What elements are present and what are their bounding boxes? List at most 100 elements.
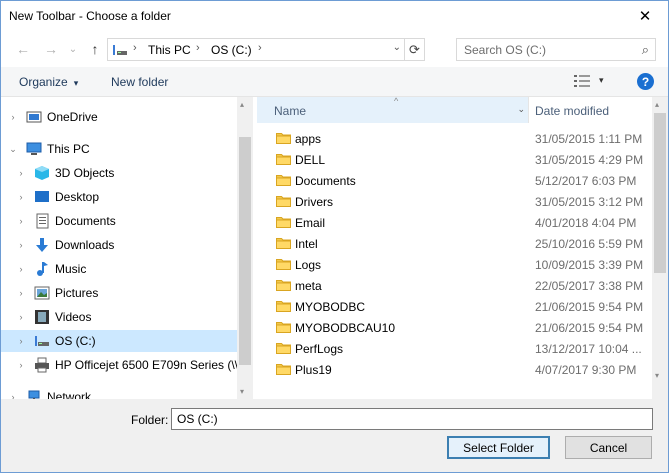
tree-item-videos[interactable]: › Videos: [1, 306, 237, 328]
drive-icon: [35, 336, 49, 346]
tree-item-this-pc[interactable]: ⌄ This PC: [1, 138, 237, 160]
pictures-icon: [34, 286, 50, 300]
expand-chevron-icon[interactable]: ›: [15, 336, 27, 346]
expand-chevron-icon[interactable]: ›: [15, 264, 27, 274]
tree-item-pictures[interactable]: › Pictures: [1, 282, 237, 304]
file-name: Documents: [295, 174, 356, 188]
scrollbar-thumb[interactable]: [654, 113, 666, 273]
folder-name-input[interactable]: OS (C:): [171, 408, 653, 430]
up-button[interactable]: ↑: [85, 39, 105, 59]
expand-chevron-icon[interactable]: ›: [7, 112, 19, 122]
recent-locations-button[interactable]: ⌄: [63, 39, 83, 59]
3d-objects-icon: [35, 166, 49, 180]
address-segment-this-pc[interactable]: This PC: [148, 43, 191, 57]
address-bar[interactable]: › This PC › OS (C:) › ⌄ ⟳: [107, 38, 425, 61]
column-header-date-modified[interactable]: Date modified: [529, 97, 652, 123]
tree-item-os-c[interactable]: › OS (C:): [1, 330, 237, 352]
expand-chevron-icon[interactable]: ›: [15, 312, 27, 322]
file-name: DELL: [295, 153, 326, 167]
column-filter-dropdown[interactable]: ⌄: [517, 104, 525, 115]
scroll-up-arrow-icon[interactable]: ▴: [655, 100, 659, 109]
expand-chevron-icon[interactable]: ›: [15, 192, 27, 202]
folder-icon: [276, 196, 291, 207]
view-options-icon[interactable]: [573, 74, 591, 88]
file-name: Logs: [295, 258, 322, 272]
tree-item-onedrive[interactable]: › OneDrive: [1, 106, 237, 128]
folder-icon: [276, 280, 291, 291]
search-box[interactable]: Search OS (C:) ⌕: [456, 38, 656, 61]
file-list-scrollbar[interactable]: ▴ ▾: [652, 97, 668, 399]
tree-item-3d-objects[interactable]: › 3D Objects: [1, 162, 237, 184]
organize-button[interactable]: Organize ▾: [19, 75, 78, 89]
file-row[interactable]: meta 22/05/2017 3:38 PM: [257, 275, 652, 296]
new-folder-button[interactable]: New folder: [111, 75, 168, 89]
tree-item-music[interactable]: › Music: [1, 258, 237, 280]
folder-icon: [276, 154, 291, 165]
address-separator[interactable]: ›: [196, 42, 200, 54]
file-name: meta: [295, 279, 322, 293]
file-row[interactable]: Drivers 31/05/2015 3:12 PM: [257, 191, 652, 212]
file-date-modified: 5/12/2017 6:03 PM: [535, 174, 637, 188]
tree-item-desktop[interactable]: › Desktop: [1, 186, 237, 208]
file-row[interactable]: Email 4/01/2018 4:04 PM: [257, 212, 652, 233]
file-date-modified: 31/05/2015 1:11 PM: [535, 132, 643, 146]
close-button[interactable]: ✕: [622, 1, 668, 31]
expand-chevron-icon[interactable]: ›: [15, 240, 27, 250]
file-row[interactable]: Logs 10/09/2015 3:39 PM: [257, 254, 652, 275]
tree-item-printer[interactable]: › HP Officejet 6500 E709n Series (\\1: [1, 354, 245, 376]
column-header-name[interactable]: ^ Name ⌄: [257, 97, 529, 123]
address-separator[interactable]: ›: [133, 42, 137, 54]
expand-chevron-icon[interactable]: ›: [15, 288, 27, 298]
tree-item-label: 3D Objects: [55, 166, 115, 180]
scrollbar-thumb[interactable]: [239, 137, 251, 365]
expand-chevron-icon[interactable]: ›: [15, 360, 27, 370]
expand-chevron-icon[interactable]: ›: [7, 392, 19, 399]
column-header-label: Name: [274, 104, 307, 118]
file-row[interactable]: Intel 25/10/2016 5:59 PM: [257, 233, 652, 254]
network-icon: [28, 390, 40, 399]
scroll-down-arrow-icon[interactable]: ▾: [240, 387, 244, 396]
title-bar: New Toolbar - Choose a folder ✕: [1, 1, 668, 31]
expand-chevron-icon[interactable]: ›: [15, 168, 27, 178]
file-name: Drivers: [295, 195, 333, 209]
file-row[interactable]: apps 31/05/2015 1:11 PM: [257, 128, 652, 149]
navigation-pane: › OneDrive ⌄ This PC › 3D Objects › Desk…: [1, 97, 253, 399]
forward-button[interactable]: →: [41, 39, 61, 59]
search-placeholder[interactable]: Search OS (C:): [464, 43, 546, 57]
address-history-dropdown[interactable]: ⌄: [393, 42, 401, 53]
printer-icon: [35, 357, 49, 373]
file-date-modified: 21/06/2015 9:54 PM: [535, 321, 644, 335]
help-icon[interactable]: ?: [637, 73, 654, 90]
address-separator[interactable]: ›: [258, 42, 262, 54]
downloads-icon: [36, 238, 48, 252]
tree-item-label: Music: [55, 262, 87, 276]
expand-chevron-icon[interactable]: ›: [15, 216, 27, 226]
file-row[interactable]: MYOBODBC 21/06/2015 9:54 PM: [257, 296, 652, 317]
folder-icon: [276, 133, 291, 144]
refresh-button[interactable]: ⟳: [404, 39, 424, 60]
file-row[interactable]: Plus19 4/07/2017 9:30 PM: [257, 359, 652, 380]
tree-item-label: HP Officejet 6500 E709n Series (\\1: [55, 358, 245, 372]
dialog-footer: Folder: OS (C:) Select Folder Cancel: [1, 399, 668, 472]
file-row[interactable]: PerfLogs 13/12/2017 10:04 ...: [257, 338, 652, 359]
collapse-chevron-icon[interactable]: ⌄: [7, 144, 19, 155]
back-button[interactable]: ←: [13, 39, 33, 59]
address-segment-drive[interactable]: OS (C:): [211, 43, 252, 57]
navigation-scrollbar[interactable]: ▴ ▾: [237, 97, 253, 399]
file-row[interactable]: Documents 5/12/2017 6:03 PM: [257, 170, 652, 191]
file-date-modified: 10/09/2015 3:39 PM: [535, 258, 644, 272]
tree-item-downloads[interactable]: › Downloads: [1, 234, 237, 256]
scroll-down-arrow-icon[interactable]: ▾: [655, 371, 659, 380]
view-dropdown-icon[interactable]: ▾: [599, 75, 604, 86]
select-folder-button[interactable]: Select Folder: [447, 436, 550, 459]
tree-item-documents[interactable]: › Documents: [1, 210, 237, 232]
file-row[interactable]: MYOBODBCAU10 21/06/2015 9:54 PM: [257, 317, 652, 338]
file-row[interactable]: DELL 31/05/2015 4:29 PM: [257, 149, 652, 170]
tree-item-label: Videos: [55, 310, 92, 324]
file-name: Email: [295, 216, 326, 230]
pc-icon: [26, 142, 42, 155]
folder-icon: [276, 301, 291, 312]
tree-item-network[interactable]: › Network: [1, 386, 237, 399]
cancel-button[interactable]: Cancel: [565, 436, 652, 459]
scroll-up-arrow-icon[interactable]: ▴: [240, 100, 244, 109]
